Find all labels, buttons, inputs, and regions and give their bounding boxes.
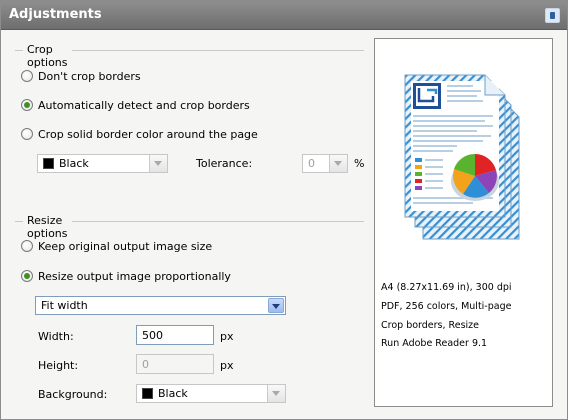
radio-keep-size[interactable] <box>21 240 33 252</box>
radio-resize-proportional-label[interactable]: Resize output image proportionally <box>38 270 231 283</box>
preview-info-run: Run Adobe Reader 9.1 <box>381 338 488 349</box>
help-icon[interactable] <box>545 8 560 23</box>
crop-color-value: Black <box>59 157 89 170</box>
color-swatch <box>142 388 153 399</box>
height-field[interactable]: 0 <box>136 354 214 374</box>
background-color-select[interactable]: Black <box>136 384 286 403</box>
color-swatch <box>43 158 54 169</box>
width-label: Width: <box>38 330 74 343</box>
width-unit: px <box>220 330 234 343</box>
width-field[interactable]: 500 <box>136 325 214 345</box>
chevron-down-icon[interactable] <box>149 155 167 172</box>
tolerance-unit: % <box>354 157 365 170</box>
background-color-value: Black <box>158 387 188 400</box>
preview-info-format: PDF, 256 colors, Multi-page <box>381 301 512 312</box>
title-bar: Adjustments <box>1 1 567 30</box>
crop-options-label: Crop options <box>23 43 72 69</box>
chevron-down-icon[interactable] <box>267 385 285 402</box>
width-value: 500 <box>142 329 163 342</box>
resize-options-label: Resize options <box>23 214 72 240</box>
resize-mode-select[interactable]: Fit width <box>35 296 286 315</box>
preview-info-actions: Crop borders, Resize <box>381 320 479 331</box>
tolerance-select[interactable]: 0 <box>302 154 348 173</box>
height-value: 0 <box>142 358 149 371</box>
chevron-down-icon[interactable] <box>329 155 347 172</box>
preview-pane: A4 (8.27x11.69 in), 300 dpi PDF, 256 col… <box>374 38 553 407</box>
radio-auto-crop[interactable] <box>21 99 33 111</box>
radio-crop-solid-label[interactable]: Crop solid border color around the page <box>38 128 258 141</box>
document-pie-chart-icon <box>404 74 520 240</box>
radio-crop-solid[interactable] <box>21 128 33 140</box>
tolerance-label: Tolerance: <box>196 157 253 170</box>
chevron-down-icon[interactable] <box>268 298 284 313</box>
tolerance-value: 0 <box>308 157 315 170</box>
background-label: Background: <box>38 388 108 401</box>
radio-keep-size-label[interactable]: Keep original output image size <box>38 240 212 253</box>
radio-dont-crop[interactable] <box>21 70 33 82</box>
radio-resize-proportional[interactable] <box>21 270 33 282</box>
preview-info-page: A4 (8.27x11.69 in), 300 dpi <box>381 282 512 293</box>
resize-mode-value: Fit width <box>41 299 88 312</box>
crop-color-select[interactable]: Black <box>37 154 168 173</box>
height-label: Height: <box>38 359 79 372</box>
panel-title: Adjustments <box>9 7 102 22</box>
radio-auto-crop-label[interactable]: Automatically detect and crop borders <box>38 99 250 112</box>
radio-dont-crop-label[interactable]: Don't crop borders <box>38 70 141 83</box>
height-unit: px <box>220 359 234 372</box>
adjustments-panel: Adjustments Crop options Don't crop bord… <box>0 0 568 420</box>
